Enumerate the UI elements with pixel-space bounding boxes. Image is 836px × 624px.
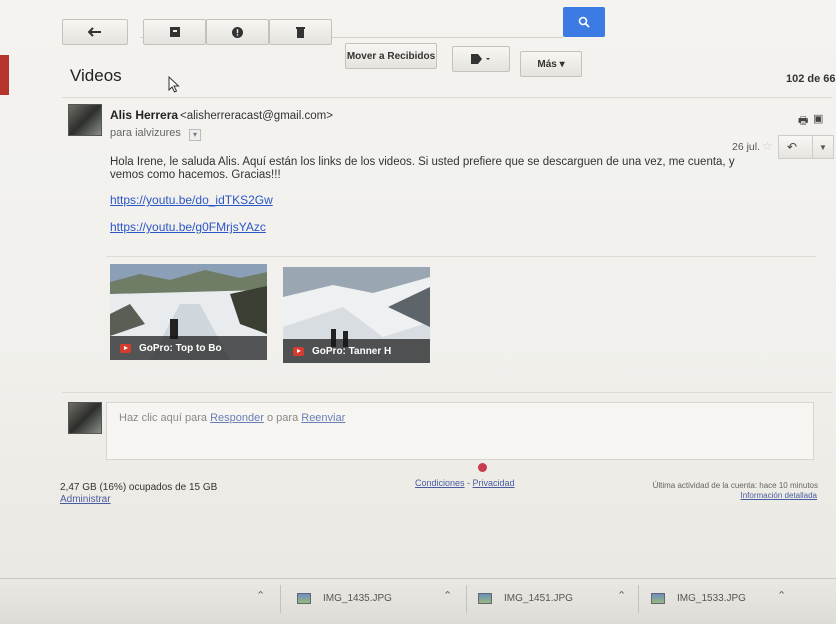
left-accent-bar — [0, 55, 9, 95]
chevron-up-icon[interactable]: ⌃ — [256, 589, 265, 602]
chevron-down-icon: ▼ — [819, 142, 827, 152]
email-body: Hola Irene, le saluda Alis. Aquí están l… — [110, 156, 735, 181]
header-divider — [62, 97, 832, 98]
youtube-icon — [120, 343, 131, 353]
trash-icon — [296, 27, 305, 38]
reply-box[interactable]: Haz clic aquí para Responder o para Reen… — [106, 402, 814, 460]
chevron-up-icon[interactable]: ⌃ — [777, 589, 786, 602]
footer-links: Condiciones - Privacidad — [415, 478, 515, 488]
recipient-label: para ialvizures — [110, 127, 181, 139]
footer-separator: - — [464, 478, 473, 488]
report-spam-button[interactable] — [206, 19, 269, 45]
video-title-bar: GoPro: Tanner H — [283, 339, 430, 363]
reply-arrow-icon: ↶ — [787, 140, 798, 154]
archive-button[interactable] — [143, 19, 206, 45]
delete-button[interactable] — [269, 19, 332, 45]
video-title: GoPro: Tanner H — [312, 345, 392, 357]
google-icon — [478, 463, 487, 472]
download-separator — [466, 585, 467, 613]
mouse-cursor-icon — [168, 76, 180, 93]
video-thumbnail-2[interactable]: GoPro: Tanner H — [283, 267, 430, 363]
download-separator — [280, 585, 281, 613]
forward-link[interactable]: Reenviar — [301, 412, 345, 424]
print-icon[interactable]: 🖶 — [798, 112, 808, 131]
archive-icon — [169, 27, 180, 37]
email-date: 26 jul. — [732, 141, 761, 153]
youtube-icon — [293, 346, 304, 356]
label-icon — [471, 54, 490, 64]
reply-prompt: Haz clic aquí para Responder o para Reen… — [119, 412, 345, 424]
video-link-2[interactable]: https://youtu.be/g0FMrjsYAzc — [110, 220, 266, 234]
recipient-details-toggle[interactable]: ▾ — [189, 129, 201, 141]
move-inbox-label: Mover a Recibidos — [346, 50, 436, 62]
labels-button[interactable] — [452, 46, 510, 72]
activity-details-link[interactable]: Información detallada — [650, 491, 818, 500]
more-label: Más ▾ — [537, 58, 565, 70]
body-divider — [106, 256, 816, 257]
chevron-up-icon[interactable]: ⌃ — [443, 589, 452, 602]
image-file-icon — [651, 593, 665, 604]
chevron-up-icon[interactable]: ⌃ — [617, 589, 626, 602]
back-button[interactable] — [62, 19, 128, 45]
more-button[interactable]: Más ▾ — [520, 51, 582, 77]
sender-name: Alis Herrera — [110, 108, 179, 122]
reply-button[interactable]: ↶ — [778, 135, 814, 159]
download-separator — [638, 585, 639, 613]
gmail-window: Mover a Recibidos Más ▾ 102 de 66 Videos… — [0, 0, 836, 624]
manage-storage-link[interactable]: Administrar — [60, 494, 111, 505]
privacy-link[interactable]: Privacidad — [473, 478, 515, 488]
video-title: GoPro: Top to Bo — [139, 342, 222, 354]
video-thumbnail-1[interactable]: GoPro: Top to Bo — [110, 264, 267, 360]
sender-avatar — [68, 104, 102, 136]
image-file-icon — [297, 593, 311, 604]
last-activity: Última actividad de la cuenta: hace 10 m… — [652, 481, 818, 490]
download-item-1[interactable]: IMG_1435.JPG — [297, 593, 392, 604]
email-subject: Videos — [70, 66, 122, 85]
move-inbox-button[interactable]: Mover a Recibidos — [345, 43, 437, 69]
image-file-icon — [478, 593, 492, 604]
download-filename: IMG_1451.JPG — [504, 593, 573, 604]
sender-email: <alisherreracast@gmail.com> — [180, 110, 333, 122]
storage-usage: 2,47 GB (16%) ocupados de 15 GB — [60, 482, 218, 493]
video-title-bar: GoPro: Top to Bo — [110, 336, 267, 360]
star-icon[interactable]: ☆ — [762, 139, 773, 153]
back-arrow-icon — [88, 27, 101, 37]
download-item-2[interactable]: IMG_1451.JPG — [478, 593, 573, 604]
reply-more-button[interactable]: ▼ — [812, 135, 834, 159]
message-count: 102 de 66 — [786, 73, 836, 85]
user-avatar — [68, 402, 102, 434]
reply-prompt-prefix: Haz clic aquí para — [119, 412, 211, 424]
download-filename: IMG_1435.JPG — [323, 593, 392, 604]
reply-prompt-middle: o para — [263, 412, 302, 424]
video-link-1[interactable]: https://youtu.be/do_idTKS2Gw — [110, 193, 273, 207]
download-filename: IMG_1533.JPG — [677, 593, 746, 604]
new-window-icon[interactable]: ▣ — [813, 112, 823, 125]
spam-icon — [232, 26, 243, 38]
message-divider — [62, 392, 832, 393]
download-bar: ⌃ IMG_1435.JPG ⌃ IMG_1451.JPG ⌃ IMG_1533… — [0, 578, 836, 624]
terms-link[interactable]: Condiciones — [415, 478, 465, 488]
reply-link[interactable]: Responder — [210, 412, 264, 424]
download-item-3[interactable]: IMG_1533.JPG — [651, 593, 746, 604]
search-button[interactable] — [563, 7, 605, 37]
search-icon — [578, 16, 590, 28]
